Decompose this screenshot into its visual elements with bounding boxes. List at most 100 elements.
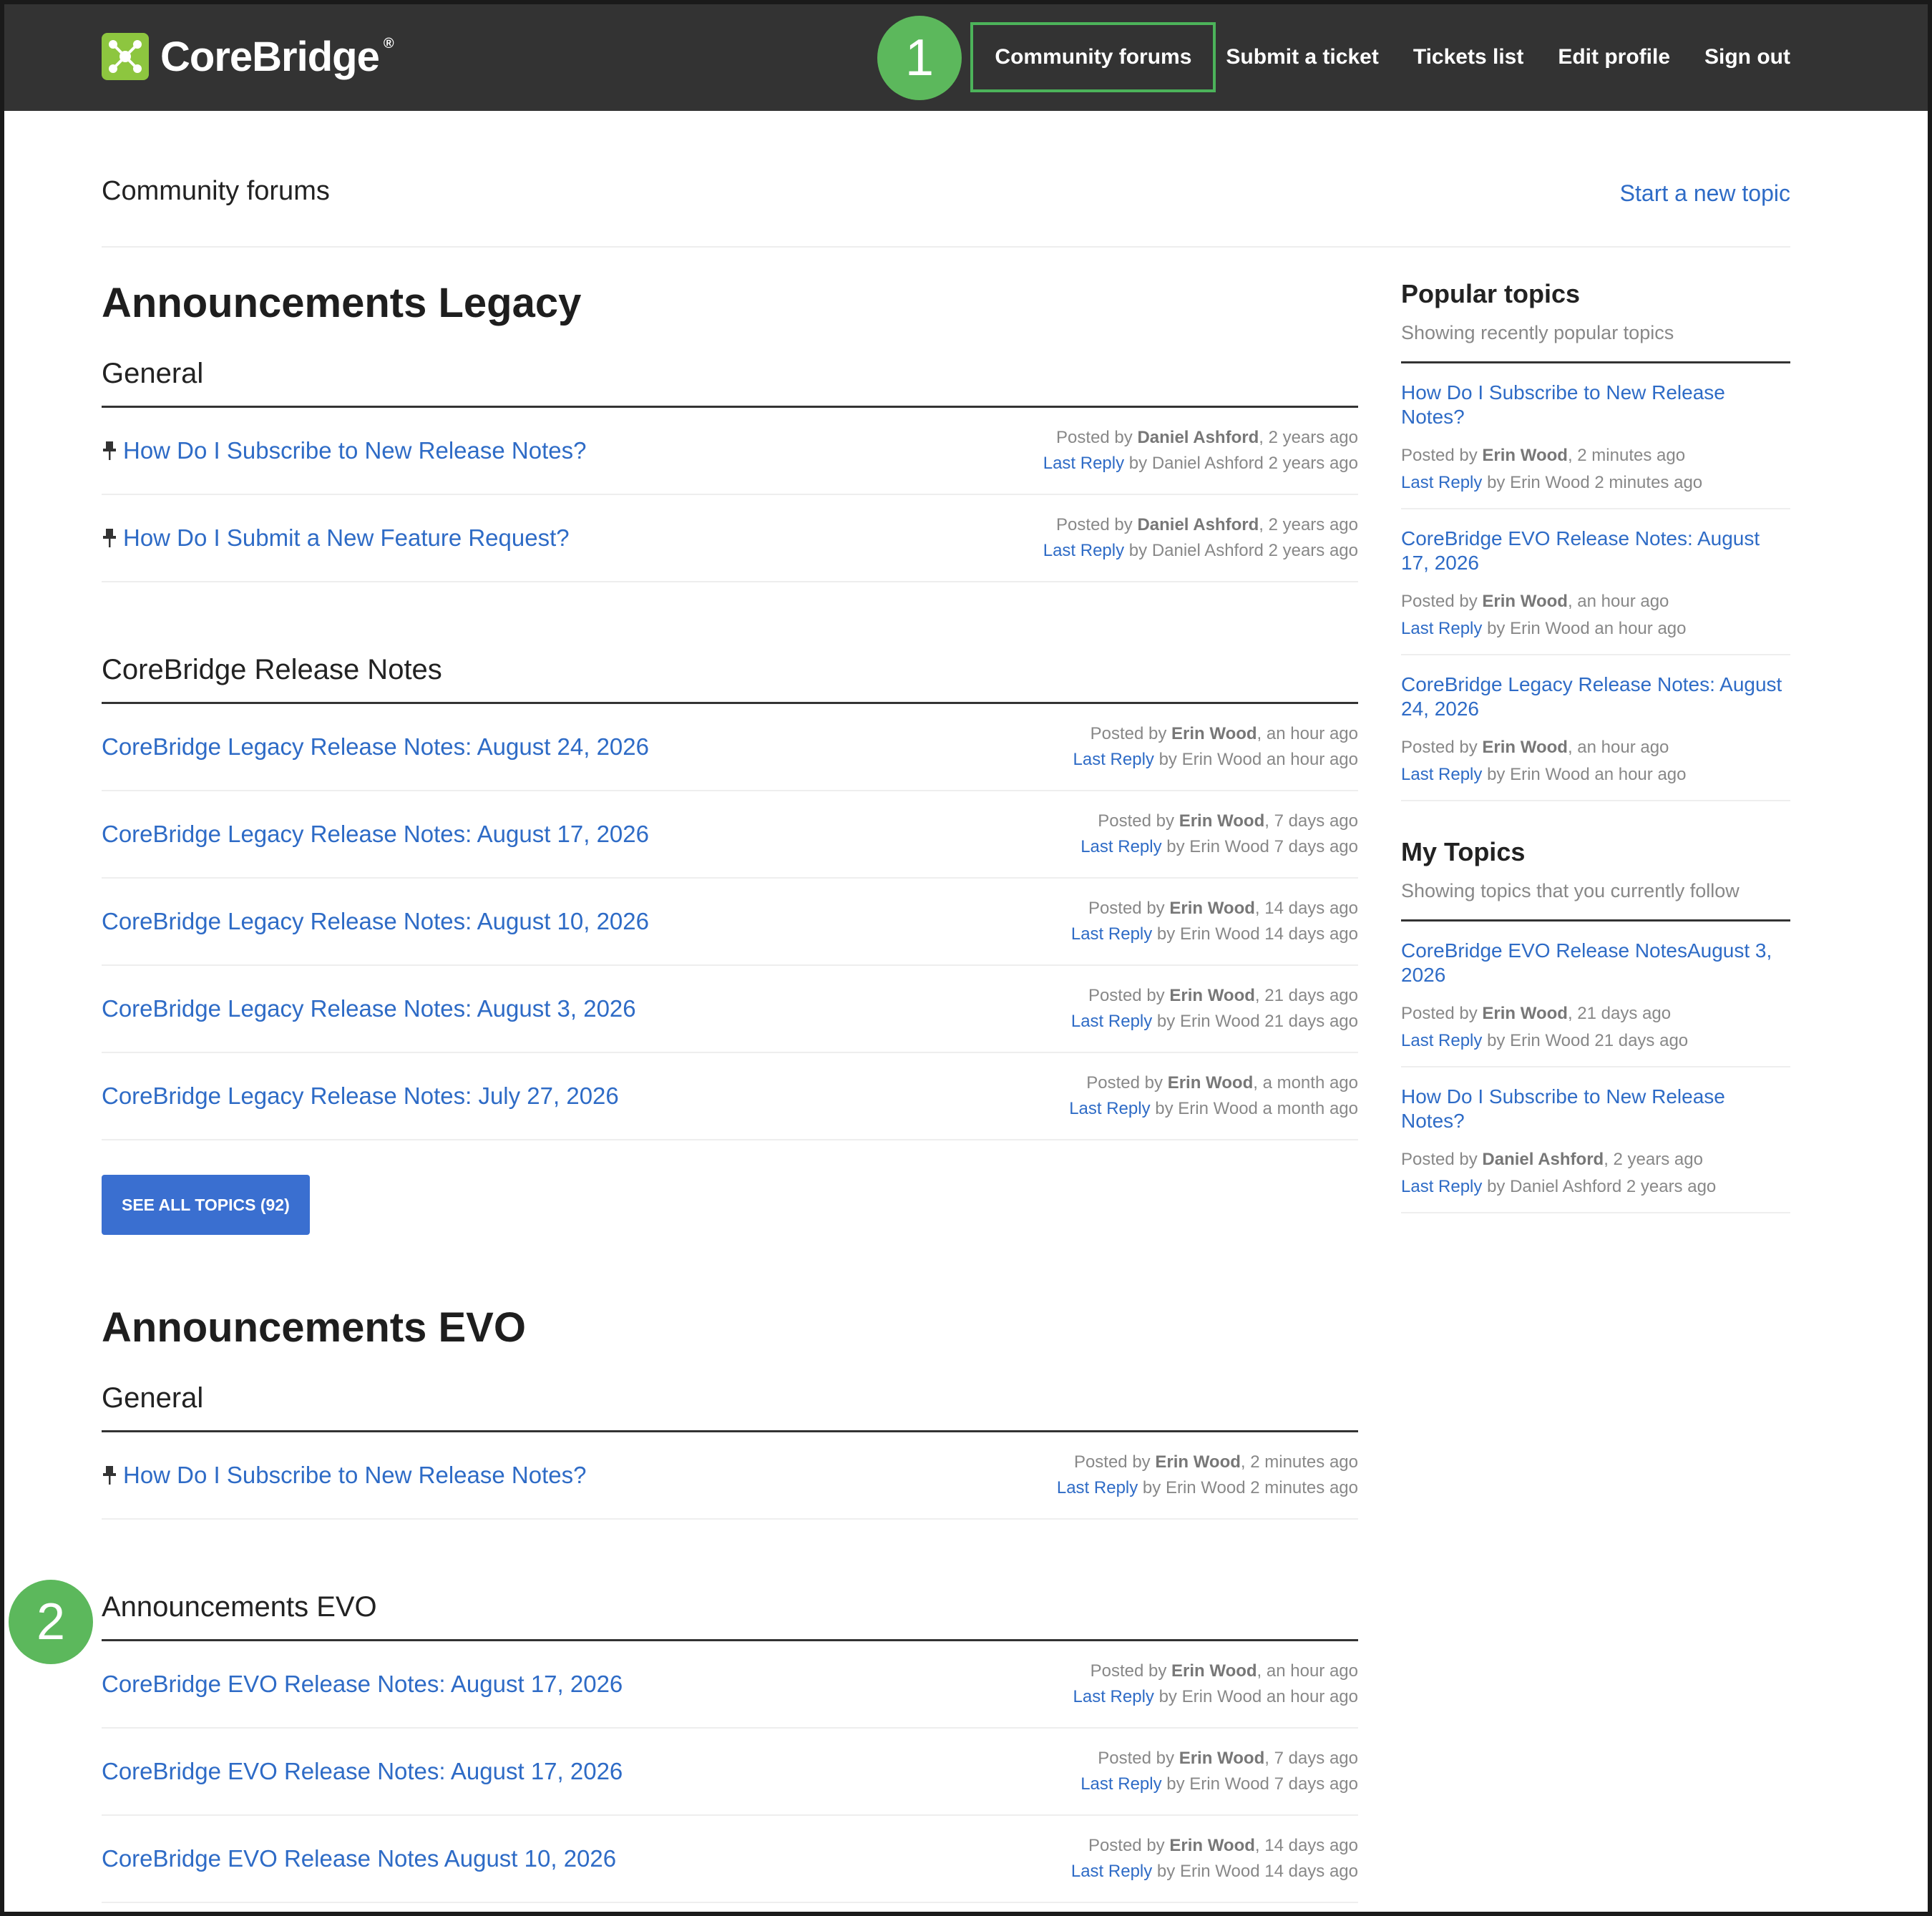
last-reply-link[interactable]: Last Reply xyxy=(1057,1478,1138,1497)
post-time: , 2 minutes ago xyxy=(1567,446,1686,465)
by-label: by xyxy=(1155,1099,1174,1118)
posted-line: Posted by Erin Wood, a month ago xyxy=(1069,1070,1358,1096)
topic-link[interactable]: How Do I Submit a New Feature Request? xyxy=(102,524,570,552)
topic-link[interactable]: CoreBridge EVO Release Notes: August 17,… xyxy=(102,1758,623,1785)
pin-icon xyxy=(103,529,116,547)
topic-title: CoreBridge EVO Release Notes August 10, … xyxy=(102,1845,617,1872)
nav-tickets-list[interactable]: Tickets list xyxy=(1413,45,1524,69)
brand-logo[interactable]: CoreBridge ® xyxy=(102,31,394,82)
by-label: by xyxy=(1166,837,1185,856)
post-author: Erin Wood xyxy=(1169,986,1255,1005)
by-label: by xyxy=(1158,750,1177,769)
nav-edit-profile[interactable]: Edit profile xyxy=(1558,45,1670,69)
sidebar-topic-link[interactable]: CoreBridge EVO Release NotesAugust 3, 20… xyxy=(1401,939,1790,987)
last-reply-link[interactable]: Last Reply xyxy=(1080,1774,1161,1794)
topic-title: CoreBridge Legacy Release Notes: August … xyxy=(102,733,649,760)
topic-link[interactable]: How Do I Subscribe to New Release Notes? xyxy=(102,1462,586,1489)
post-time: , 2 years ago xyxy=(1604,1150,1703,1169)
topic-link[interactable]: CoreBridge Legacy Release Notes: August … xyxy=(102,821,649,848)
last-reply-line: Last Reply by Erin Wood 2 minutes ago xyxy=(1057,1475,1358,1501)
sidebar-topic: CoreBridge Legacy Release Notes: August … xyxy=(1401,655,1790,801)
last-reply-link[interactable]: Last Reply xyxy=(1071,924,1152,944)
last-reply-link[interactable]: Last Reply xyxy=(1071,1012,1152,1031)
sidebar-topic-link[interactable]: How Do I Subscribe to New Release Notes? xyxy=(1401,1085,1790,1133)
topic-link[interactable]: CoreBridge Legacy Release Notes: August … xyxy=(102,995,636,1022)
topic-link[interactable]: CoreBridge Legacy Release Notes: August … xyxy=(102,908,649,935)
topic-title: CoreBridge EVO Release Notes: August 17,… xyxy=(102,1671,623,1697)
last-reply-line: Last Reply by Erin Wood an hour ago xyxy=(1073,1684,1358,1710)
nav-sign-out[interactable]: Sign out xyxy=(1704,45,1790,69)
by-label: by xyxy=(1156,924,1176,944)
top-navigation-bar: CoreBridge ® Community forums Submit a ti… xyxy=(0,0,1932,111)
last-reply-link[interactable]: Last Reply xyxy=(1401,473,1482,492)
last-reply-info: Daniel Ashford 2 years ago xyxy=(1151,541,1358,560)
topic-link[interactable]: CoreBridge Legacy Release Notes: August … xyxy=(102,733,649,761)
topic-row: CoreBridge Legacy Release Notes: July 27… xyxy=(102,1053,1358,1140)
by-label: by xyxy=(1156,1012,1176,1031)
my-topics-subtitle: Showing topics that you currently follow xyxy=(1401,880,1790,922)
post-time: , 21 days ago xyxy=(1567,1004,1672,1023)
topic-title: CoreBridge Legacy Release Notes: August … xyxy=(102,908,649,934)
topic-link[interactable]: CoreBridge Legacy Release Notes: July 27… xyxy=(102,1082,619,1110)
sidebar-topic-link[interactable]: How Do I Subscribe to New Release Notes? xyxy=(1401,381,1790,429)
posted-line: Posted by Erin Wood, an hour ago xyxy=(1401,588,1790,615)
posted-line: Posted by Erin Wood, 14 days ago xyxy=(1071,896,1358,922)
by-label: by xyxy=(1487,1031,1506,1050)
topic-title: CoreBridge EVO Release Notes: August 17,… xyxy=(102,1758,623,1784)
category-title: CoreBridge Release Notes xyxy=(102,632,1358,704)
post-author: Erin Wood xyxy=(1482,446,1568,465)
topic-title: CoreBridge Legacy Release Notes: August … xyxy=(102,821,649,847)
see-all-topics-button[interactable]: SEE ALL TOPICS (92) xyxy=(102,1175,310,1235)
topic-row: CoreBridge Legacy Release Notes: August … xyxy=(102,704,1358,791)
posted-by-label: Posted by xyxy=(1401,1004,1478,1023)
topic-meta: Posted by Erin Wood, 14 days ago Last Rep… xyxy=(1071,896,1358,947)
last-reply-link[interactable]: Last Reply xyxy=(1401,619,1482,638)
post-time: , 2 years ago xyxy=(1259,428,1358,447)
post-time: , a month ago xyxy=(1253,1073,1358,1093)
post-author: Erin Wood xyxy=(1169,1836,1255,1855)
last-reply-link[interactable]: Last Reply xyxy=(1073,1687,1154,1706)
topic-link[interactable]: How Do I Subscribe to New Release Notes? xyxy=(102,437,586,464)
sidebar-topic-link[interactable]: CoreBridge EVO Release Notes: August 17,… xyxy=(1401,527,1790,575)
post-author: Erin Wood xyxy=(1171,1661,1257,1681)
pin-icon xyxy=(103,441,116,460)
last-reply-link[interactable]: Last Reply xyxy=(1401,765,1482,784)
page-title: Community forums xyxy=(102,176,330,206)
callout-badge-1: 1 xyxy=(877,16,962,100)
last-reply-link[interactable]: Last Reply xyxy=(1401,1031,1482,1050)
last-reply-link[interactable]: Last Reply xyxy=(1401,1177,1482,1196)
sidebar-topic-link[interactable]: CoreBridge Legacy Release Notes: August … xyxy=(1401,673,1790,721)
last-reply-link[interactable]: Last Reply xyxy=(1043,454,1124,473)
start-new-topic-link[interactable]: Start a new topic xyxy=(1620,180,1790,207)
sidebar-topic: CoreBridge EVO Release NotesAugust 3, 20… xyxy=(1401,922,1790,1067)
last-reply-info: Erin Wood 7 days ago xyxy=(1189,837,1358,856)
by-label: by xyxy=(1487,619,1506,638)
posted-line: Posted by Daniel Ashford, 2 years ago xyxy=(1401,1146,1790,1173)
by-label: by xyxy=(1142,1478,1161,1497)
topic-meta: Posted by Erin Wood, 21 days ago Last Rep… xyxy=(1071,983,1358,1035)
topic-link[interactable]: CoreBridge EVO Release Notes August 10, … xyxy=(102,1845,616,1872)
posted-line: Posted by Erin Wood, an hour ago xyxy=(1073,1658,1358,1684)
topic-row: How Do I Subscribe to New Release Notes?… xyxy=(102,408,1358,495)
sidebar-topic-meta: Posted by Daniel Ashford, 2 years ago Las… xyxy=(1401,1146,1790,1201)
last-reply-link[interactable]: Last Reply xyxy=(1073,750,1154,769)
last-reply-info: Erin Wood 14 days ago xyxy=(1179,924,1358,944)
posted-line: Posted by Daniel Ashford, 2 years ago xyxy=(1043,512,1358,538)
last-reply-info: Erin Wood 2 minutes ago xyxy=(1165,1478,1358,1497)
posted-by-label: Posted by xyxy=(1098,1749,1175,1768)
category-title: General xyxy=(102,1361,1358,1432)
forum-main-column: Announcements Legacy General How Do I Subs… xyxy=(102,279,1358,1903)
sidebar-topic: CoreBridge EVO Release Notes: August 17,… xyxy=(1401,509,1790,655)
posted-line: Posted by Erin Wood, 14 days ago xyxy=(1071,1833,1358,1859)
last-reply-link[interactable]: Last Reply xyxy=(1069,1099,1150,1118)
topic-link[interactable]: CoreBridge EVO Release Notes: August 17,… xyxy=(102,1671,623,1698)
nav-submit-ticket[interactable]: Submit a ticket xyxy=(1226,45,1378,69)
nav-community-forums[interactable]: Community forums xyxy=(970,22,1216,92)
last-reply-link[interactable]: Last Reply xyxy=(1071,1862,1152,1881)
last-reply-info: Daniel Ashford 2 years ago xyxy=(1151,454,1358,473)
post-author: Erin Wood xyxy=(1155,1452,1241,1472)
post-time: , 2 minutes ago xyxy=(1240,1452,1358,1472)
last-reply-info: Erin Wood 14 days ago xyxy=(1179,1862,1358,1881)
last-reply-link[interactable]: Last Reply xyxy=(1080,837,1161,856)
last-reply-link[interactable]: Last Reply xyxy=(1043,541,1124,560)
